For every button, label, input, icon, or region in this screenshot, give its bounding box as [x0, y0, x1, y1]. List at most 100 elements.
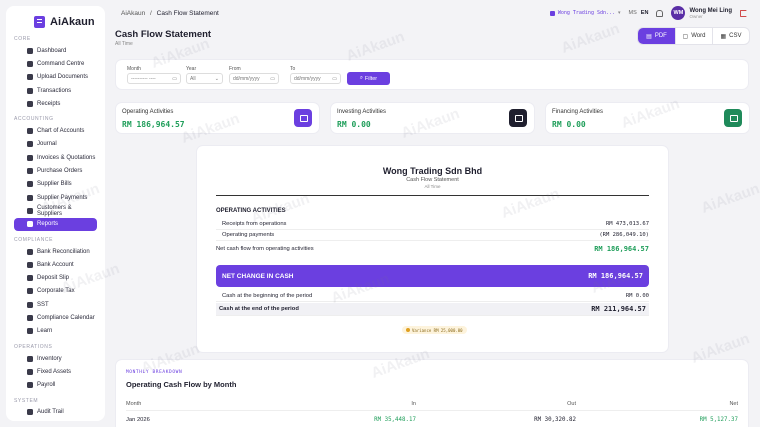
sidebar-item-compliance-calendar[interactable]: Compliance Calendar [14, 311, 97, 324]
logo-icon [34, 15, 45, 28]
filter-bar: Month ---------- ---- ▭ Year All ⌄ From … [115, 59, 749, 90]
sidebar-item-invoices[interactable]: Invoices & Quotations [14, 151, 97, 164]
deposit-icon [27, 275, 33, 282]
chevron-down-icon: ▾ [618, 10, 621, 16]
sidebar-item-upload-documents[interactable]: Upload Documents [14, 71, 97, 84]
col-in: In [411, 400, 416, 407]
sidebar-item-label: Bank Account [37, 261, 74, 268]
sidebar-item-label: Receipts [37, 100, 61, 107]
sidebar-item-reports[interactable]: Reports [14, 217, 97, 231]
building-icon [509, 109, 527, 127]
section-heading: OPERATING ACTIVITIES [216, 208, 286, 214]
row-receipts: Receipts from operations RM 473,013.67 [216, 219, 649, 230]
user-menu[interactable]: WM Wong Mei Ling Owner [671, 6, 732, 20]
wallet-icon [294, 109, 312, 127]
sidebar-item-transactions[interactable]: Transactions [14, 84, 97, 97]
export-csv-button[interactable]: ▦ CSV [712, 28, 749, 44]
sidebar-item-fixed-assets[interactable]: Fixed Assets [14, 365, 97, 378]
sidebar-item-command-centre[interactable]: Command Centre [14, 57, 97, 70]
summary-value: RM 0.00 [337, 120, 371, 129]
payment-icon [27, 194, 33, 201]
sidebar-item-label: SST [37, 301, 49, 308]
net-change-label: NET CHANGE IN CASH [222, 272, 294, 280]
sidebar-item-corporate-tax[interactable]: Corporate Tax [14, 285, 97, 298]
from-value: dd/mm/yyyy [233, 75, 260, 82]
to-date-input[interactable]: dd/mm/yyyy ▭ [290, 73, 341, 84]
net-change-banner: NET CHANGE IN CASH RM 186,964.57 [216, 265, 649, 287]
summary-investing: Investing Activities RM 0.00 [330, 102, 535, 134]
sidebar-item-learn[interactable]: Learn [14, 325, 97, 338]
journal-icon [27, 141, 33, 148]
sidebar-item-bank-reconciliation[interactable]: Bank Reconciliation [14, 245, 97, 258]
search-icon: ⌕ [359, 75, 363, 81]
breadcrumb-root[interactable]: AiAkaun [121, 10, 145, 17]
sidebar-item-label: Payroll [37, 382, 56, 389]
nav-section-operations: OPERATIONS [14, 343, 53, 350]
sidebar-item-label: Deposit Slip [37, 275, 70, 282]
sidebar-item-dashboard[interactable]: Dashboard [14, 44, 97, 57]
sidebar-item-inventory[interactable]: Inventory [14, 352, 97, 365]
year-label: Year [186, 66, 197, 72]
language-toggle[interactable]: MS EN [629, 10, 649, 16]
table-row[interactable]: Jan 2026 RM 35,448.17 RM 30,320.82 RM 5,… [126, 413, 738, 427]
month-input[interactable]: ---------- ---- ▭ [127, 73, 181, 84]
breadcrumb: AiAkaun / Cash Flow Statement [121, 10, 219, 17]
filter-button[interactable]: ⌕ Filter [347, 72, 390, 85]
col-net: Net [729, 400, 738, 407]
sidebar-item-payroll[interactable]: Payroll [14, 379, 97, 392]
breadcrumb-current: Cash Flow Statement [156, 9, 219, 17]
check-icon [27, 248, 33, 255]
sidebar-item-label: Customers & Suppliers [37, 204, 72, 217]
variance-text: Variance RM 25,000.00 [412, 327, 463, 333]
sidebar-item-sst[interactable]: SST [14, 298, 97, 311]
user-name: Wong Mei Ling [689, 7, 732, 14]
col-out: Out [567, 400, 576, 407]
brand[interactable]: AiAkaun [6, 6, 105, 30]
row-amount: RM 0.00 [625, 293, 649, 299]
company-name: Wong Trading Sdn... [557, 10, 616, 16]
sidebar-item-bank-account[interactable]: Bank Account [14, 258, 97, 271]
transactions-icon [27, 87, 33, 94]
sidebar-item-chart-of-accounts[interactable]: Chart of Accounts [14, 124, 97, 137]
nav-section-core: CORE [14, 36, 31, 42]
sidebar-item-purchase-orders[interactable]: Purchase Orders [14, 164, 97, 177]
year-select[interactable]: All ⌄ [186, 73, 223, 84]
company-selector[interactable]: Wong Trading Sdn... ▾ [549, 10, 621, 16]
sidebar-item-journal[interactable]: Journal [14, 138, 97, 151]
export-pdf-button[interactable]: ▤ PDF [638, 28, 675, 44]
row-label: Cash at the end of the period [219, 306, 299, 312]
sidebar-item-deposit-slip[interactable]: Deposit Slip [14, 271, 97, 284]
page-subtitle: All Time [115, 41, 133, 47]
summary-label: Investing Activities [337, 109, 387, 115]
summary-label: Operating Activities [122, 109, 174, 115]
sidebar-item-customers-suppliers[interactable]: Customers & Suppliers [14, 204, 97, 217]
calendar-icon: ▭ [172, 75, 177, 82]
assets-icon [27, 368, 33, 375]
export-word-button[interactable]: ▢ Word [675, 28, 712, 44]
from-label: From [229, 66, 241, 72]
from-date-input[interactable]: dd/mm/yyyy ▭ [229, 73, 279, 84]
command-icon [27, 60, 33, 67]
watermark: AiAkaun [698, 180, 760, 217]
lang-en[interactable]: EN [641, 10, 649, 16]
row-cash-end: Cash at the end of the period RM 211,964… [216, 303, 649, 316]
lang-ms[interactable]: MS [629, 10, 637, 16]
bell-icon[interactable] [656, 9, 664, 17]
csv-icon: ▦ [720, 33, 727, 40]
audit-icon [27, 409, 33, 416]
row-label: Cash at the beginning of the period [222, 293, 313, 299]
sidebar-item-audit-trail[interactable]: Audit Trail [14, 406, 97, 419]
sidebar-item-supplier-bills[interactable]: Supplier Bills [14, 178, 97, 191]
statement-period: All Time [424, 184, 441, 189]
sidebar-item-supplier-payments[interactable]: Supplier Payments [14, 191, 97, 204]
calendar-icon [27, 314, 33, 321]
summary-label: Financing Activities [552, 109, 604, 115]
logout-icon[interactable] [740, 9, 747, 17]
sidebar-item-label: Fixed Assets [37, 368, 72, 375]
export-csv-label: CSV [729, 33, 742, 39]
upload-icon [27, 74, 33, 81]
avatar: WM [671, 6, 686, 20]
sidebar-item-receipts[interactable]: Receipts [14, 97, 97, 110]
net-change-amount: RM 186,964.57 [588, 272, 643, 280]
learn-icon [27, 328, 33, 335]
